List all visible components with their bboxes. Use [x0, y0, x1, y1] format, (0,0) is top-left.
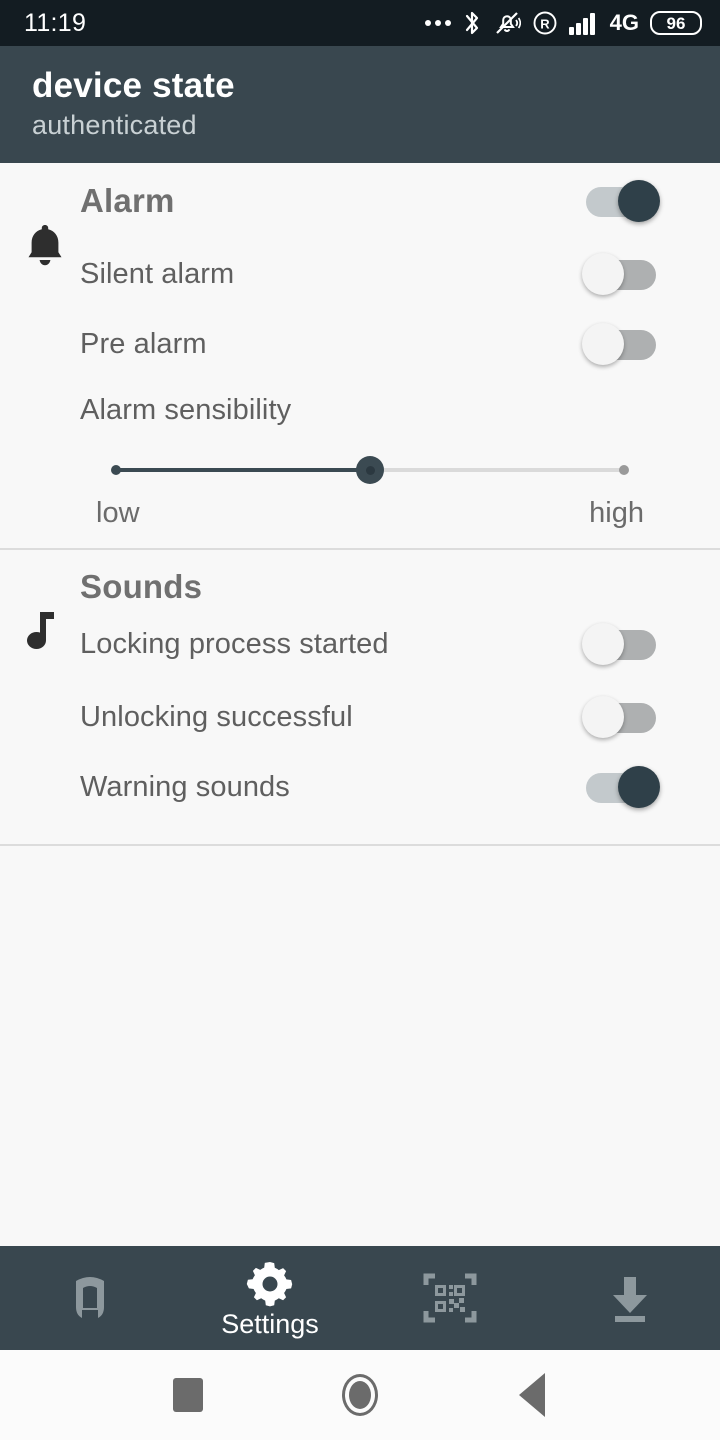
svg-text:R: R — [540, 16, 550, 31]
bluetooth-icon — [462, 9, 482, 37]
toggle-thumb — [618, 180, 660, 222]
row-silent-alarm[interactable]: Silent alarm — [0, 239, 720, 309]
android-system-nav — [0, 1350, 720, 1440]
lock-icon — [61, 1267, 119, 1329]
toggle-pre-alarm[interactable] — [582, 322, 660, 366]
toggle-unlocking-successful[interactable] — [582, 695, 660, 739]
row-label-warning-sounds: Warning sounds — [80, 770, 290, 803]
row-label-pre-alarm: Pre alarm — [80, 327, 207, 360]
roaming-icon: R — [532, 10, 558, 36]
more-dots-icon — [424, 20, 451, 26]
slider-scale-labels: low high — [80, 497, 660, 530]
toggle-thumb — [582, 323, 624, 365]
nav-item-qr-scan[interactable] — [360, 1246, 540, 1350]
toggle-warning-sounds[interactable] — [582, 765, 660, 809]
settings-content: Alarm Silent alarm Pre alarm Alarm sensi… — [0, 163, 720, 846]
row-warning-sounds[interactable]: Warning sounds — [0, 752, 720, 822]
row-pre-alarm[interactable]: Pre alarm — [0, 309, 720, 379]
status-bar: 11:19 R 4G 96 — [0, 0, 720, 46]
bottom-navigation: Settings — [0, 1246, 720, 1350]
toggle-thumb — [582, 696, 624, 738]
slider-min-label: low — [96, 497, 140, 529]
row-label-locking-process-started: Locking process started — [80, 627, 389, 660]
slider-label: Alarm sensibility — [80, 393, 292, 426]
signal-bars-icon — [568, 11, 599, 35]
toggle-thumb — [582, 253, 624, 295]
slider-cap-min — [111, 465, 121, 475]
toggle-locking-process-started[interactable] — [582, 622, 660, 666]
slider-cap-max — [619, 465, 629, 475]
status-icon-group: R 4G 96 — [424, 9, 702, 37]
network-type-label: 4G — [609, 10, 639, 35]
bell-icon — [22, 221, 68, 269]
section-title-alarm: Alarm — [80, 182, 175, 219]
row-label-unlocking-successful: Unlocking successful — [80, 700, 353, 733]
nav-item-lock[interactable] — [0, 1246, 180, 1350]
home-circle-icon — [342, 1374, 378, 1416]
row-label-silent-alarm: Silent alarm — [80, 257, 235, 290]
download-icon — [604, 1271, 656, 1325]
recents-square-icon — [173, 1378, 203, 1412]
section-sounds: Sounds Locking process started Unlocking… — [0, 550, 720, 844]
app-screen: 11:19 R 4G 96 device state authenticated… — [0, 0, 720, 1440]
section-alarm: Alarm Silent alarm Pre alarm Alarm sensi… — [0, 163, 720, 548]
alarm-sensibility-slider[interactable] — [111, 447, 629, 493]
back-triangle-icon — [519, 1373, 545, 1417]
back-button[interactable] — [446, 1373, 618, 1417]
slider-fill — [112, 468, 370, 472]
page-subtitle: authenticated — [32, 109, 197, 140]
app-header: device state authenticated — [0, 46, 720, 163]
nav-item-settings[interactable]: Settings — [180, 1246, 360, 1350]
recents-button[interactable] — [102, 1378, 274, 1412]
nav-label-settings: Settings — [221, 1308, 319, 1339]
slider-max-label: high — [589, 497, 644, 529]
page-title: device state — [32, 66, 235, 105]
nav-item-download[interactable] — [540, 1246, 720, 1350]
battery-indicator: 96 — [650, 11, 702, 35]
music-note-icon — [22, 602, 68, 654]
vibrate-mute-icon — [493, 9, 521, 37]
toggle-silent-alarm[interactable] — [582, 252, 660, 296]
alarm-sensibility-slider-wrap: low high — [0, 441, 720, 530]
slider-thumb[interactable] — [356, 456, 384, 484]
section-divider-2 — [0, 844, 720, 846]
toggle-thumb — [618, 766, 660, 808]
home-button[interactable] — [274, 1374, 446, 1416]
gear-icon — [245, 1259, 295, 1309]
qr-scan-icon — [422, 1269, 478, 1327]
row-alarm-master[interactable]: Alarm — [0, 163, 720, 239]
toggle-alarm[interactable] — [582, 179, 660, 223]
row-alarm-sensibility-label: Alarm sensibility — [0, 379, 720, 441]
row-unlocking-successful[interactable]: Unlocking successful — [0, 682, 720, 752]
row-locking-process-started[interactable]: Locking process started — [0, 606, 720, 682]
section-title-sounds: Sounds — [80, 568, 203, 605]
toggle-thumb — [582, 623, 624, 665]
status-clock: 11:19 — [24, 8, 87, 37]
